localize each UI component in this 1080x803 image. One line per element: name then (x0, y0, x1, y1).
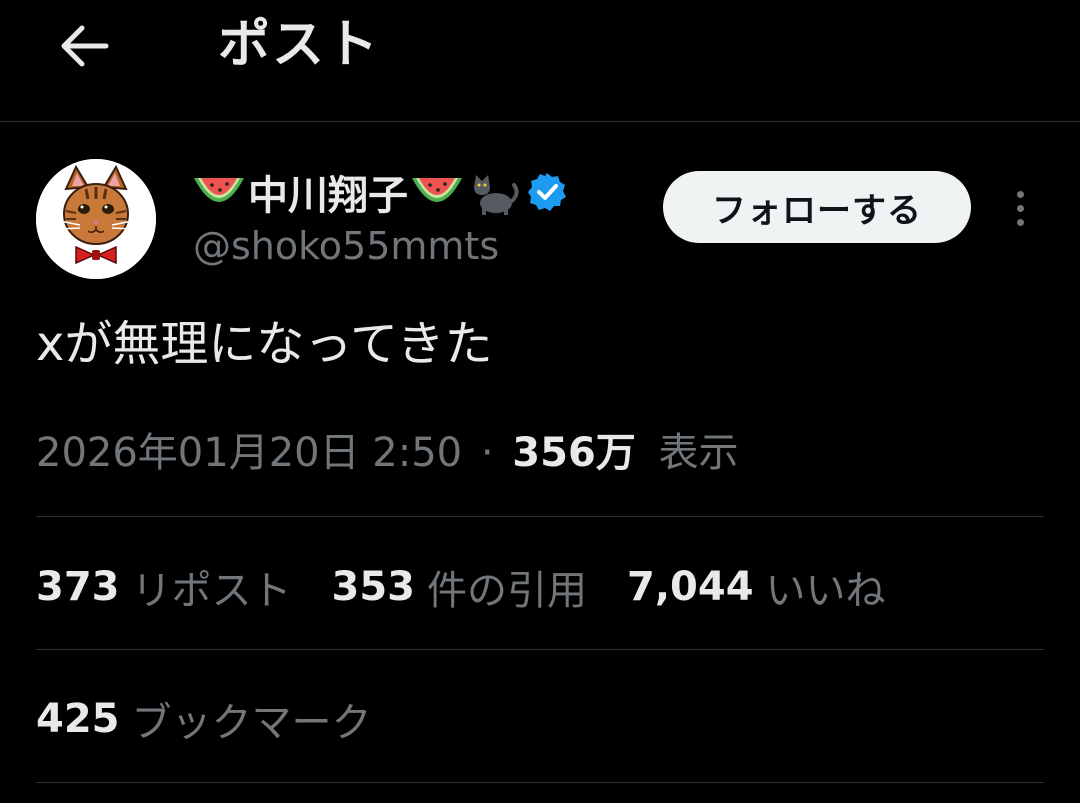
bookmarks-count: 425 (36, 696, 120, 742)
divider (36, 782, 1044, 783)
engagement-stats: 373 リポスト 353 件の引用 7,044 いいね (36, 560, 926, 614)
reposts-count: 373 (36, 564, 120, 610)
bookmarks-stat-inner: 425 ブックマーク (36, 690, 372, 748)
tweet-timestamp[interactable]: 2026年01月20日 2:50 (36, 430, 462, 476)
more-vertical-icon-dot (1016, 218, 1024, 226)
watermelon-icon (412, 178, 462, 202)
avatar[interactable] (36, 159, 156, 279)
bookmarks-label: ブックマーク (131, 700, 372, 746)
meta-separator: · (480, 430, 494, 476)
likes-count: 7,044 (627, 564, 754, 610)
author-handle[interactable]: @shoko55mmts (193, 220, 499, 272)
reposts-stat[interactable]: 373 リポスト (36, 558, 292, 616)
quotes-stat[interactable]: 353 件の引用 (332, 558, 588, 616)
black-cat-icon (474, 175, 519, 215)
tweet-text: xが無理になってきた (36, 316, 493, 372)
more-vertical-icon-dot (1016, 204, 1024, 212)
arrow-left-icon (61, 25, 109, 67)
more-vertical-icon-dot (1016, 190, 1024, 198)
divider (36, 649, 1044, 650)
author-name-row[interactable]: 中川翔子 (192, 160, 568, 224)
reposts-label: リポスト (131, 568, 292, 614)
page-title: ポスト (218, 15, 381, 75)
more-options-button[interactable] (1000, 180, 1040, 236)
author-name: 中川翔子 (248, 173, 408, 219)
views-label: 表示 (658, 430, 739, 476)
views-count: 356万 (512, 430, 636, 476)
verified-badge-icon[interactable] (526, 171, 568, 213)
quotes-count: 353 (331, 564, 416, 610)
cat-avatar-image (36, 159, 156, 279)
likes-stat[interactable]: 7,044 いいね (627, 558, 886, 616)
likes-label: いいね (765, 568, 886, 614)
tweet-meta: 2026年01月20日 2:50 · 356万 表示 (36, 426, 739, 480)
bookmarks-stat[interactable]: 425 ブックマーク (36, 692, 372, 746)
follow-button[interactable]: フォローする (663, 171, 971, 243)
back-button[interactable] (52, 14, 116, 78)
top-bar: ポスト (0, 0, 1080, 122)
watermelon-icon (194, 178, 244, 202)
quotes-label: 件の引用 (427, 568, 587, 614)
divider (36, 516, 1044, 517)
